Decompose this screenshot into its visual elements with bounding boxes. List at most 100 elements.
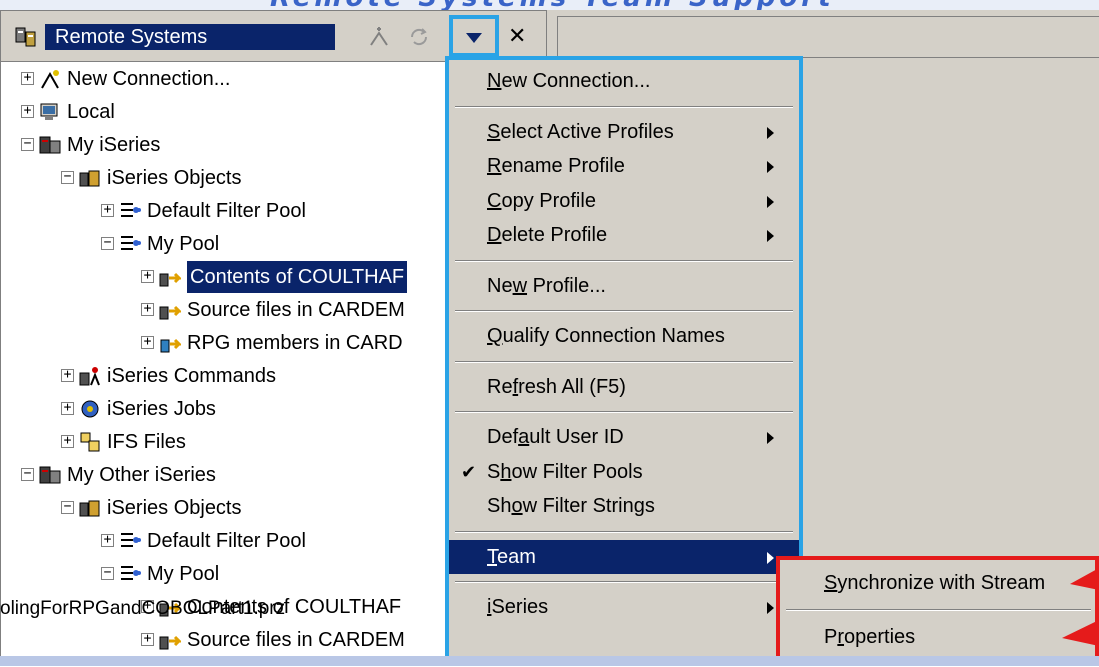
collapse-icon[interactable]: − bbox=[61, 170, 74, 184]
ifs-files-icon bbox=[80, 432, 100, 452]
menu-item-label: Rename Profile bbox=[487, 155, 625, 177]
chevron-down-icon bbox=[466, 33, 482, 43]
collapse-icon[interactable]: − bbox=[101, 566, 114, 580]
expand-icon[interactable]: + bbox=[101, 533, 114, 547]
menu-item-show-filter-strings[interactable]: Show Filter Strings bbox=[449, 489, 799, 523]
submenu-item-synchronize-with-stream[interactable]: Synchronize with Stream bbox=[780, 566, 1095, 600]
new-connection-toolbar-icon[interactable] bbox=[366, 25, 392, 49]
collapse-icon[interactable]: − bbox=[101, 236, 114, 250]
menu-item-label: Show Filter Pools bbox=[487, 460, 643, 483]
menu-item-refresh-all-f5[interactable]: Refresh All (F5) bbox=[449, 370, 799, 404]
view-title[interactable]: Remote Systems bbox=[45, 24, 335, 50]
menu-item-label: Qualify Connection Names bbox=[487, 325, 725, 347]
expand-icon[interactable]: + bbox=[21, 104, 34, 118]
expand-icon[interactable]: + bbox=[141, 269, 154, 283]
checkmark-icon: ✔ bbox=[461, 461, 477, 482]
iseries-objects-icon bbox=[79, 170, 100, 187]
menu-item-rename-profile[interactable]: Rename Profile bbox=[449, 149, 799, 183]
menu-item-new-connection[interactable]: New Connection... bbox=[449, 64, 799, 98]
filter-pool-icon bbox=[121, 566, 141, 580]
slide-title: Remote Systems Team Support bbox=[270, 0, 835, 10]
submenu-arrow-icon bbox=[767, 126, 774, 139]
menu-item-show-filter-pools[interactable]: ✔ Show Filter Pools bbox=[449, 455, 799, 489]
menu-item-label: New Profile... bbox=[487, 274, 606, 297]
expand-icon[interactable]: + bbox=[141, 632, 154, 646]
tree-item-label: Source files in CARDEM bbox=[187, 629, 405, 651]
menu-item-team[interactable]: Team bbox=[449, 539, 799, 574]
submenu-item-label: Synchronize with Stream bbox=[824, 572, 1046, 594]
tree-item-label: Source files in CARDEM bbox=[187, 299, 405, 321]
expand-icon[interactable]: + bbox=[61, 401, 74, 415]
menu-item-label: New Connection... bbox=[487, 70, 651, 92]
iseries-commands-icon bbox=[79, 367, 100, 386]
filter-icon bbox=[159, 305, 181, 320]
menu-item-select-active-profiles[interactable]: Select Active Profiles bbox=[449, 115, 799, 149]
submenu-item-label: Properties bbox=[824, 626, 916, 648]
iseries-connection-icon bbox=[39, 136, 61, 154]
expand-icon[interactable]: + bbox=[141, 335, 154, 349]
menu-separator bbox=[455, 360, 793, 363]
tree-item-label: My Other iSeries bbox=[67, 464, 216, 486]
menu-item-label: Team bbox=[487, 545, 536, 568]
menu-item-label: iSeries bbox=[487, 596, 549, 618]
submenu-item-properties[interactable]: Properties bbox=[780, 620, 1095, 654]
menu-separator bbox=[455, 530, 793, 533]
local-system-icon bbox=[40, 103, 58, 120]
expand-icon[interactable]: + bbox=[21, 71, 34, 85]
expand-icon[interactable]: + bbox=[61, 434, 74, 448]
menu-separator bbox=[455, 411, 793, 413]
menu-item-iseries[interactable]: iSeries bbox=[449, 590, 799, 624]
filter-pool-icon bbox=[121, 236, 141, 250]
menu-item-label: Refresh All (F5) bbox=[487, 375, 626, 398]
menu-item-new-profile[interactable]: New Profile... bbox=[449, 269, 799, 303]
slide-bottom-bar bbox=[0, 656, 1099, 666]
menu-item-label: Delete Profile bbox=[487, 224, 608, 246]
menu-item-label: Select Active Profiles bbox=[487, 120, 674, 143]
view-menu-button[interactable] bbox=[449, 15, 499, 57]
tree-item-label: iSeries Objects bbox=[107, 167, 242, 189]
tree-item-label: RPG members in CARD bbox=[187, 332, 403, 354]
close-icon[interactable]: ✕ bbox=[508, 23, 526, 49]
submenu-arrow-icon bbox=[767, 161, 774, 173]
expand-icon[interactable]: + bbox=[141, 302, 154, 316]
filter-icon bbox=[159, 272, 181, 287]
filter-icon bbox=[159, 635, 181, 650]
menu-separator bbox=[455, 581, 793, 583]
tree-item-label: Contents of COULTHAF bbox=[187, 261, 408, 293]
tree-item-label: Local bbox=[67, 101, 115, 123]
member-filter-icon bbox=[160, 338, 181, 353]
iseries-objects-icon bbox=[79, 500, 100, 517]
submenu-arrow-icon bbox=[767, 551, 774, 564]
menu-item-default-user-id[interactable]: Default User ID bbox=[449, 420, 799, 454]
slide-footer-filename: olingForRPGandCOBOLPart1.prz bbox=[0, 598, 286, 619]
tree-item-label: New Connection... bbox=[67, 68, 231, 90]
submenu-arrow-icon bbox=[767, 602, 774, 614]
submenu-arrow-icon bbox=[767, 432, 774, 444]
tree-item-label: IFS Files bbox=[107, 431, 186, 453]
refresh-sync-icon[interactable] bbox=[406, 25, 432, 49]
tree-item-label: My iSeries bbox=[67, 134, 161, 156]
tree-item-label: My Pool bbox=[147, 233, 220, 255]
menu-separator bbox=[455, 310, 793, 312]
menu-item-delete-profile[interactable]: Delete Profile bbox=[449, 218, 799, 252]
menu-item-qualify-connection-names[interactable]: Qualify Connection Names bbox=[449, 319, 799, 353]
view-title-bar: Remote Systems ✕ bbox=[1, 11, 546, 62]
menu-item-label: Default User ID bbox=[487, 426, 624, 448]
collapse-icon[interactable]: − bbox=[21, 467, 34, 481]
collapse-icon[interactable]: − bbox=[61, 500, 74, 514]
menu-separator bbox=[455, 105, 793, 108]
tree-item-label: My Pool bbox=[147, 563, 220, 585]
iseries-connection-icon bbox=[39, 466, 61, 484]
tree-item-label: iSeries Jobs bbox=[107, 398, 216, 420]
submenu-arrow-icon bbox=[767, 230, 774, 242]
editor-tab-strip bbox=[557, 16, 1099, 58]
menu-item-copy-profile[interactable]: Copy Profile bbox=[449, 184, 799, 218]
new-connection-icon bbox=[41, 70, 59, 89]
menu-item-label: Show Filter Strings bbox=[487, 495, 655, 517]
collapse-icon[interactable]: − bbox=[21, 137, 34, 151]
expand-icon[interactable]: + bbox=[61, 368, 74, 382]
iseries-jobs-icon bbox=[81, 400, 99, 418]
tree-item-label: Default Filter Pool bbox=[147, 530, 306, 552]
expand-icon[interactable]: + bbox=[101, 203, 114, 217]
menu-separator bbox=[786, 609, 1091, 611]
